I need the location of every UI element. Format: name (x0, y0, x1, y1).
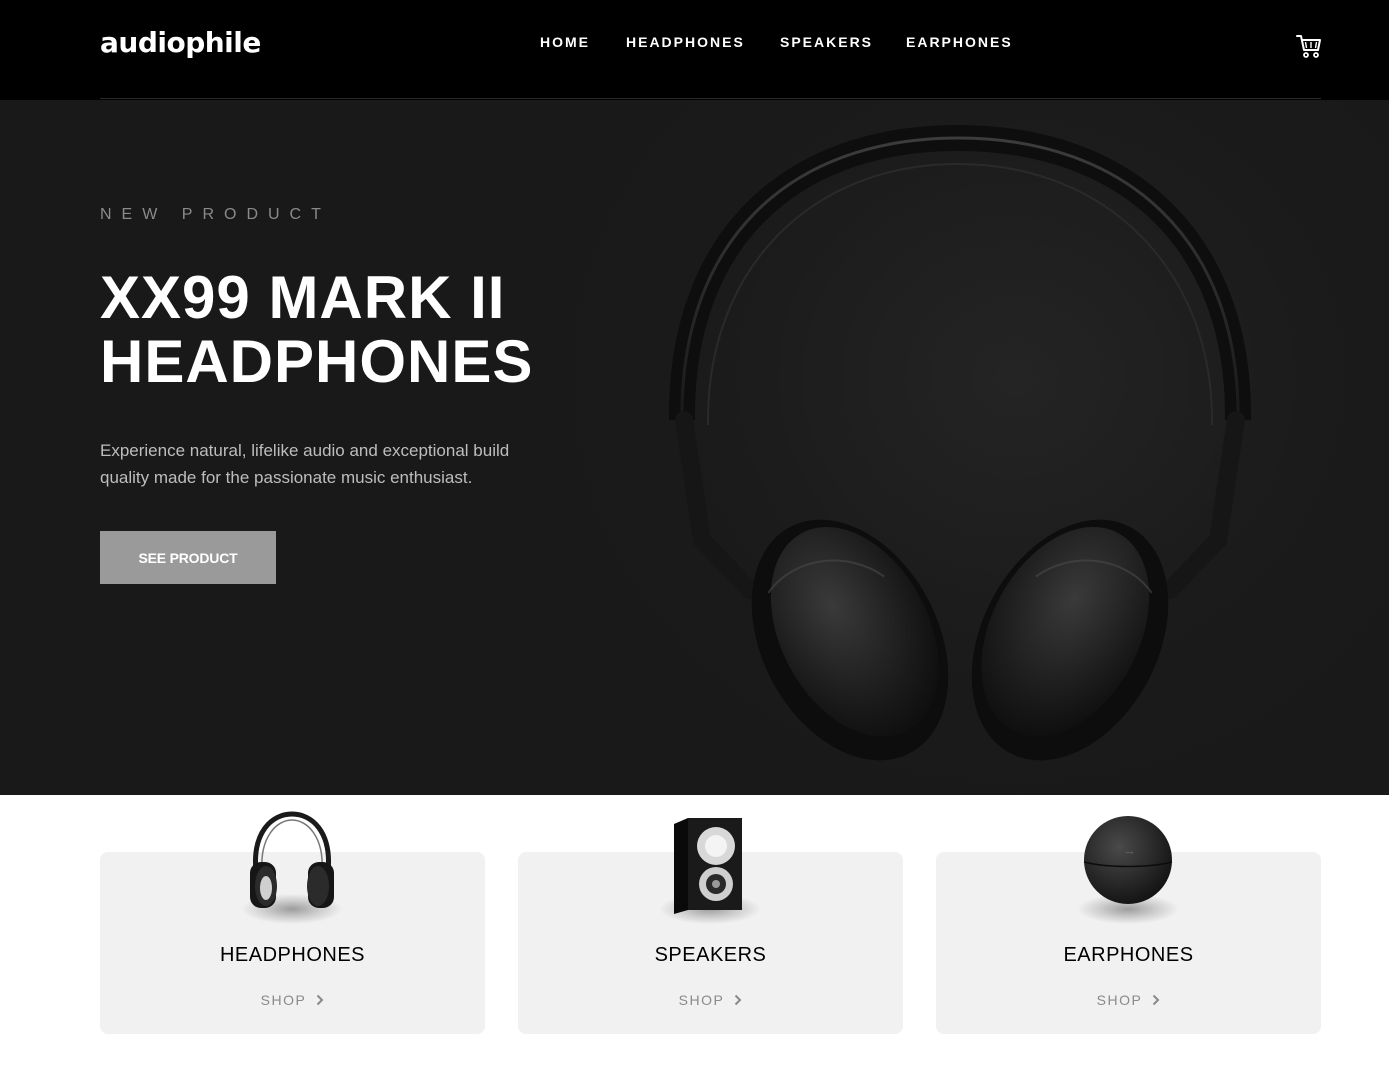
chevron-right-icon (316, 993, 324, 1009)
svg-text:ꟷ: ꟷ (1126, 849, 1133, 859)
category-card-speakers[interactable]: SPEAKERS SHOP (518, 818, 903, 1034)
category-title: EARPHONES (1063, 944, 1194, 966)
nav-link-speakers[interactable]: SPEAKERS (780, 34, 873, 50)
hero-title-line-2: HEADPHONES (100, 328, 534, 395)
header-divider (100, 98, 1321, 99)
site-header: audiophile HOME HEADPHONES SPEAKERS EARP… (0, 0, 1389, 100)
category-title: HEADPHONES (219, 944, 366, 966)
cart-icon[interactable] (1295, 32, 1323, 60)
category-title: SPEAKERS (654, 944, 767, 966)
category-card-headphones[interactable]: HEADPHONES SHOP (100, 811, 485, 1034)
shop-link[interactable]: SHOP (100, 992, 485, 1009)
shop-label: SHOP (678, 992, 725, 1008)
chevron-right-icon (1152, 993, 1160, 1009)
category-card-earphones[interactable]: ꟷ EARPHONES SHOP (936, 816, 1321, 1034)
see-product-button[interactable]: SEE PRODUCT (100, 531, 276, 584)
hero-title: XX99 MARK II HEADPHONES (100, 266, 620, 394)
nav-link-earphones[interactable]: EARPHONES (906, 34, 1013, 50)
hero-title-line-1: XX99 MARK II (100, 264, 506, 331)
shop-label: SHOP (260, 992, 307, 1008)
chevron-right-icon (734, 993, 742, 1009)
hero-overline: NEW PRODUCT (100, 206, 331, 223)
hero-description: Experience natural, lifelike audio and e… (100, 441, 510, 487)
shop-link[interactable]: SHOP (518, 992, 903, 1009)
shop-label: SHOP (1096, 992, 1143, 1008)
nav-link-headphones[interactable]: HEADPHONES (626, 34, 745, 50)
nav-link-home[interactable]: HOME (540, 34, 590, 50)
speaker-thumbnail (674, 818, 742, 914)
hero-headphones-image (668, 124, 1252, 761)
earphones-case-thumbnail: ꟷ (1083, 816, 1173, 904)
hero-section: NEW PRODUCT XX99 MARK II HEADPHONES Expe… (0, 100, 1389, 795)
logo[interactable]: audiophile (100, 26, 261, 59)
headphones-thumbnail (250, 811, 334, 908)
shop-link[interactable]: SHOP (936, 992, 1321, 1009)
